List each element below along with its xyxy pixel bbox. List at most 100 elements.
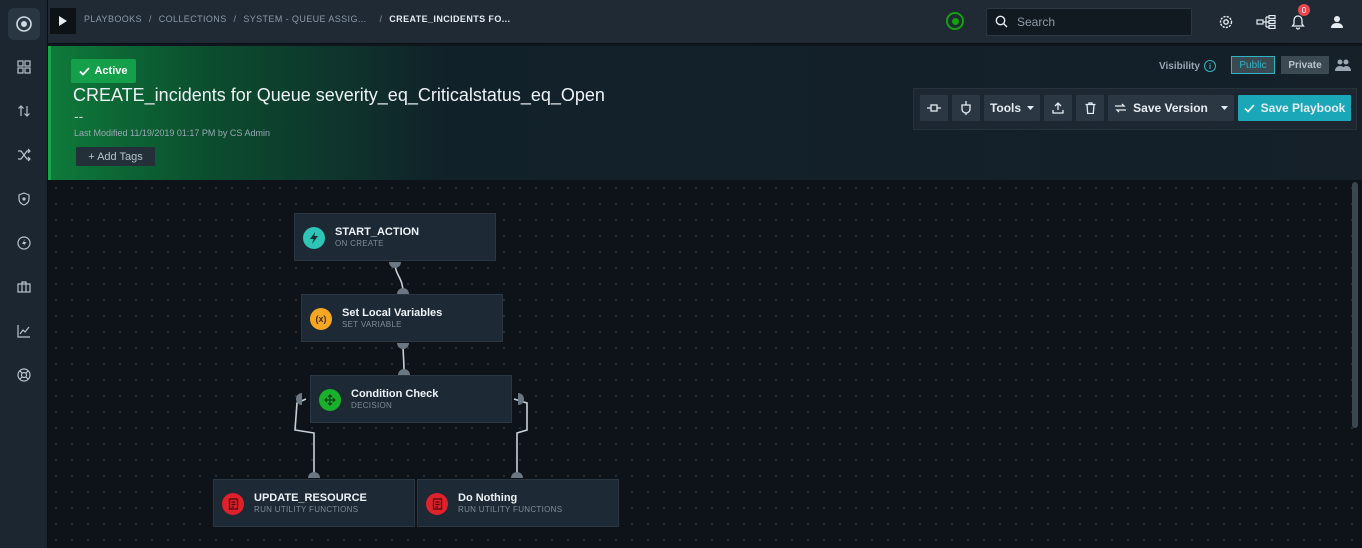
hierarchy-icon bbox=[1256, 15, 1276, 29]
gear-icon bbox=[1219, 15, 1233, 29]
playbook-header: Active CREATE_incidents for Queue severi… bbox=[48, 46, 1362, 180]
app-logo[interactable] bbox=[8, 8, 40, 40]
step-type: ON CREATE bbox=[335, 239, 384, 248]
left-nav-rail bbox=[0, 0, 48, 548]
shuffle-icon bbox=[18, 148, 31, 162]
nav-help[interactable] bbox=[0, 360, 48, 390]
canvas-scrollbar[interactable] bbox=[1352, 182, 1358, 428]
step-name: START_ACTION bbox=[335, 226, 420, 238]
trash-icon bbox=[1085, 102, 1095, 114]
breadcrumb-collection[interactable]: SYSTEM - QUEUE ASSIG... bbox=[243, 14, 366, 24]
delete-button[interactable] bbox=[1076, 95, 1104, 121]
variable-icon: (x) bbox=[310, 308, 332, 330]
user-menu-button[interactable] bbox=[1327, 12, 1347, 32]
app-root: PLAYBOOKS / COLLECTIONS / SYSTEM - QUEUE… bbox=[0, 0, 1362, 548]
export-button[interactable] bbox=[1044, 95, 1072, 121]
chart-icon bbox=[17, 325, 30, 338]
step-type: RUN UTILITY FUNCTIONS bbox=[254, 505, 359, 514]
expand-nav-button[interactable] bbox=[50, 8, 76, 34]
status-label: Active bbox=[94, 65, 128, 77]
save-version-dropdown[interactable] bbox=[1214, 95, 1234, 121]
plug-icon bbox=[961, 101, 971, 115]
nav-dashboard[interactable] bbox=[0, 52, 48, 82]
step-set-local-variables[interactable]: (x) Set Local Variables SET VARIABLE bbox=[301, 294, 503, 342]
debug-button[interactable] bbox=[952, 95, 980, 121]
connector-icon bbox=[927, 104, 941, 112]
search-box bbox=[986, 8, 1192, 36]
connected-icon bbox=[951, 17, 959, 25]
nav-incidents[interactable] bbox=[0, 228, 48, 258]
breadcrumb-separator: / bbox=[379, 14, 383, 24]
breadcrumb-separator: / bbox=[148, 14, 152, 24]
step-type: RUN UTILITY FUNCTIONS bbox=[458, 505, 563, 514]
nav-security[interactable] bbox=[0, 184, 48, 214]
info-icon[interactable]: i bbox=[1203, 60, 1216, 72]
last-modified-text: Last Modified 11/19/2019 01:17 PM by CS … bbox=[74, 128, 270, 138]
hierarchy-button[interactable] bbox=[1254, 12, 1278, 32]
search-icon bbox=[995, 15, 1008, 33]
visibility-label: Visibility bbox=[1159, 60, 1200, 72]
nav-reports[interactable] bbox=[0, 316, 48, 346]
bolt-icon bbox=[303, 227, 325, 249]
logo-icon bbox=[16, 16, 32, 32]
search-input[interactable] bbox=[1017, 14, 1185, 30]
bell-icon bbox=[1291, 15, 1305, 30]
top-bar: PLAYBOOKS / COLLECTIONS / SYSTEM - QUEUE… bbox=[48, 0, 1362, 44]
nav-queue[interactable] bbox=[0, 96, 48, 126]
add-tags-button[interactable]: + Add Tags bbox=[76, 147, 155, 166]
step-start-action[interactable]: START_ACTION ON CREATE bbox=[294, 213, 496, 261]
page-title: CREATE_incidents for Queue severity_eq_C… bbox=[73, 85, 605, 105]
save-version-button[interactable]: Save Version bbox=[1108, 95, 1214, 121]
playbook-description: -- bbox=[74, 108, 84, 124]
step-name: Set Local Variables bbox=[342, 307, 443, 319]
sort-arrows-icon bbox=[18, 105, 30, 117]
save-version-label: Save Version bbox=[1133, 101, 1208, 115]
step-type: SET VARIABLE bbox=[342, 320, 402, 329]
notification-count-badge: 0 bbox=[1298, 4, 1310, 16]
play-icon bbox=[59, 16, 67, 26]
step-condition-check[interactable]: Condition Check DECISION bbox=[310, 375, 512, 423]
upload-icon bbox=[1052, 102, 1064, 114]
step-type: DECISION bbox=[351, 401, 393, 410]
decision-icon bbox=[319, 389, 341, 411]
chevron-down-icon bbox=[1027, 106, 1035, 110]
nav-resources[interactable] bbox=[0, 272, 48, 302]
status-badge[interactable]: Active bbox=[71, 59, 136, 83]
visibility-private-toggle[interactable]: Private bbox=[1281, 56, 1329, 74]
check-icon bbox=[1244, 103, 1255, 113]
tools-label: Tools bbox=[989, 101, 1022, 115]
utility-icon bbox=[222, 493, 244, 515]
breadcrumb-playbooks[interactable]: PLAYBOOKS bbox=[84, 14, 142, 24]
visibility-label-group: Visibility i bbox=[1159, 60, 1216, 72]
step-do-nothing[interactable]: Do Nothing RUN UTILITY FUNCTIONS bbox=[417, 479, 619, 527]
breadcrumb-collections[interactable]: COLLECTIONS bbox=[159, 14, 227, 24]
tools-dropdown[interactable]: Tools bbox=[984, 95, 1040, 121]
briefcase-icon bbox=[17, 281, 31, 293]
connection-status-indicator[interactable] bbox=[946, 12, 964, 30]
lifebuoy-icon bbox=[17, 368, 31, 382]
step-update-resource[interactable]: UPDATE_RESOURCE RUN UTILITY FUNCTIONS bbox=[213, 479, 415, 527]
team-icon bbox=[1335, 59, 1351, 71]
dashboard-icon bbox=[17, 60, 31, 74]
team-visibility-button[interactable] bbox=[1335, 58, 1351, 77]
step-name: Do Nothing bbox=[458, 492, 518, 504]
bolt-circle-icon bbox=[17, 236, 31, 250]
save-playbook-label: Save Playbook bbox=[1260, 101, 1346, 115]
check-icon bbox=[79, 66, 91, 76]
nav-automation[interactable] bbox=[0, 140, 48, 170]
connector-button[interactable] bbox=[920, 95, 948, 121]
version-icon bbox=[1115, 103, 1127, 113]
settings-button[interactable] bbox=[1216, 12, 1236, 32]
playbook-toolbar: Tools Save Version Save Playbook bbox=[913, 88, 1357, 130]
step-name: Condition Check bbox=[351, 388, 439, 400]
step-name: UPDATE_RESOURCE bbox=[254, 492, 367, 504]
utility-icon bbox=[426, 493, 448, 515]
user-icon bbox=[1331, 16, 1343, 28]
chevron-down-icon bbox=[1220, 106, 1228, 110]
visibility-public-toggle[interactable]: Public bbox=[1231, 56, 1275, 74]
save-playbook-button[interactable]: Save Playbook bbox=[1238, 95, 1351, 121]
breadcrumb-current: CREATE_INCIDENTS FO... bbox=[389, 14, 511, 24]
breadcrumb-separator: / bbox=[233, 14, 237, 24]
breadcrumb: PLAYBOOKS / COLLECTIONS / SYSTEM - QUEUE… bbox=[84, 14, 510, 24]
shield-icon bbox=[18, 192, 30, 206]
